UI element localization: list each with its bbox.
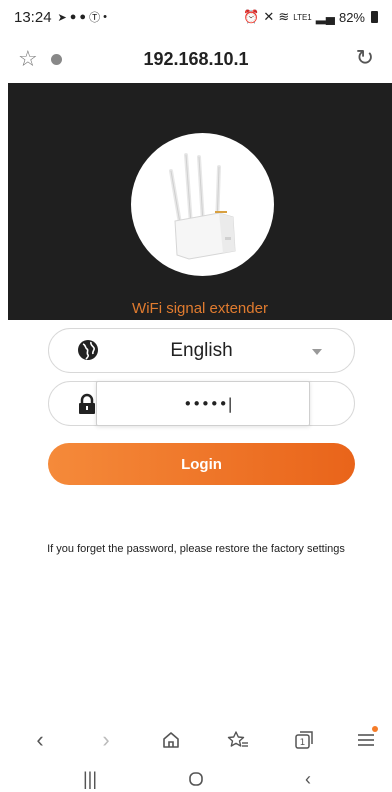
reload-icon[interactable]: ↻ [356, 45, 374, 71]
tab-count: 1 [300, 738, 306, 748]
forward-icon[interactable]: › [90, 724, 122, 756]
password-row [48, 381, 355, 426]
bookmarks-icon[interactable] [222, 724, 254, 756]
back-icon[interactable]: ‹ [24, 724, 56, 756]
password-hint: If you forget the password, please resto… [47, 543, 345, 555]
battery-icon [371, 11, 378, 23]
product-image [131, 133, 274, 276]
recents-icon[interactable]: ||| [70, 766, 110, 792]
menu-notification-badge [372, 726, 378, 732]
system-status-icons: ⏰ ✕ ≋ LTE1 ▂▄ 82% [243, 9, 378, 25]
network-type: LTE1 [293, 12, 312, 22]
wifi-icon: ≋ [278, 9, 290, 24]
t-icon: Ⓣ [89, 12, 101, 24]
hero-banner: WiFi signal extender [8, 83, 392, 320]
status-time: 13:24 [14, 8, 52, 26]
password-input[interactable] [96, 381, 310, 426]
chevron-down-icon [312, 349, 322, 355]
home-circle-icon[interactable] [176, 766, 216, 792]
language-selected: English [170, 340, 233, 361]
url-text[interactable]: 192.168.10.1 [0, 49, 392, 70]
browser-toolbar: ‹ › 1 [0, 718, 392, 764]
battery-text: 82% [338, 9, 365, 25]
login-button[interactable]: Login [48, 443, 355, 485]
tabs-icon[interactable]: 1 [288, 724, 320, 756]
lock-icon [79, 393, 95, 414]
wifi-extender-image [169, 153, 236, 260]
dot-icon: • [103, 11, 107, 23]
back-icon[interactable]: ‹ [288, 766, 328, 792]
system-nav-bar: ||| ‹ [0, 766, 392, 792]
notification-icons: ➤ ● ● Ⓣ • [58, 9, 107, 25]
language-select[interactable]: English [48, 328, 355, 373]
browser-url-bar: ☆ 192.168.10.1 ↻ [0, 38, 392, 82]
product-tagline: WiFi signal extender [132, 300, 268, 317]
menu-icon[interactable] [350, 724, 382, 756]
status-bar: 13:24 ➤ ● ● Ⓣ • ⏰ ✕ ≋ LTE1 ▂▄ 82% [0, 0, 392, 34]
mute-icon: ✕ [263, 9, 275, 24]
messenger-icon: ● [79, 11, 87, 23]
send-icon: ➤ [57, 11, 67, 24]
chat-icon: ● [69, 11, 77, 23]
alarm-icon: ⏰ [243, 9, 260, 24]
home-icon[interactable] [155, 724, 187, 756]
signal-icon: ▂▄ [315, 9, 335, 24]
